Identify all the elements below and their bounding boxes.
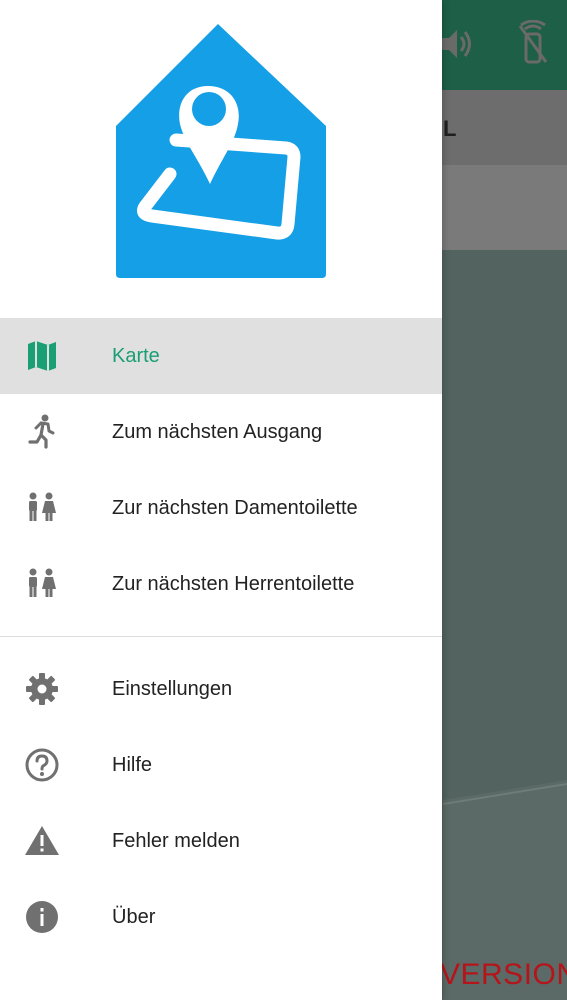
menu-item-nearest-mens-restroom[interactable]: Zur nächsten Herrentoilette: [0, 546, 442, 622]
menu-item-settings[interactable]: Einstellungen: [0, 651, 442, 727]
gear-icon: [26, 673, 58, 705]
help-circle-icon: [25, 748, 59, 782]
navigation-drawer: Karte Zum nächsten Ausgang Zur nächsten …: [0, 0, 442, 1000]
remote-off-icon[interactable]: [515, 20, 549, 66]
menu-item-label: Einstellungen: [112, 678, 233, 700]
running-person-icon: [28, 414, 55, 449]
restroom-icon: [29, 568, 56, 597]
menu-item-label: Zur nächsten Damentoilette: [112, 497, 358, 519]
menu-item-label: Fehler melden: [112, 830, 240, 852]
menu-item-report-bug[interactable]: Fehler melden: [0, 803, 442, 879]
menu-item-label: Karte: [112, 345, 160, 367]
menu-item-label: Hilfe: [112, 754, 153, 776]
menu-item-nearest-womens-restroom[interactable]: Zur nächsten Damentoilette: [0, 470, 442, 546]
menu-item-karte[interactable]: Karte: [0, 318, 442, 394]
version-label: VERSION: [440, 958, 567, 991]
volume-icon[interactable]: [440, 22, 474, 66]
map-icon: [28, 341, 56, 371]
menu-item-help[interactable]: Hilfe: [0, 727, 442, 803]
toolbar-title-fragment: L: [443, 116, 457, 141]
menu-divider: [0, 636, 442, 637]
drawer-header: [0, 0, 442, 318]
restroom-icon: [29, 492, 56, 521]
info-icon: [26, 901, 58, 933]
menu-item-label: Zum nächsten Ausgang: [112, 421, 323, 443]
warning-icon: [25, 826, 59, 855]
menu-item-label: Über: [112, 906, 156, 928]
menu-item-label: Zur nächsten Herrentoilette: [112, 573, 355, 595]
menu-item-about[interactable]: Über: [0, 879, 442, 955]
app-logo: [116, 24, 326, 278]
menu-item-nearest-exit[interactable]: Zum nächsten Ausgang: [0, 394, 442, 470]
